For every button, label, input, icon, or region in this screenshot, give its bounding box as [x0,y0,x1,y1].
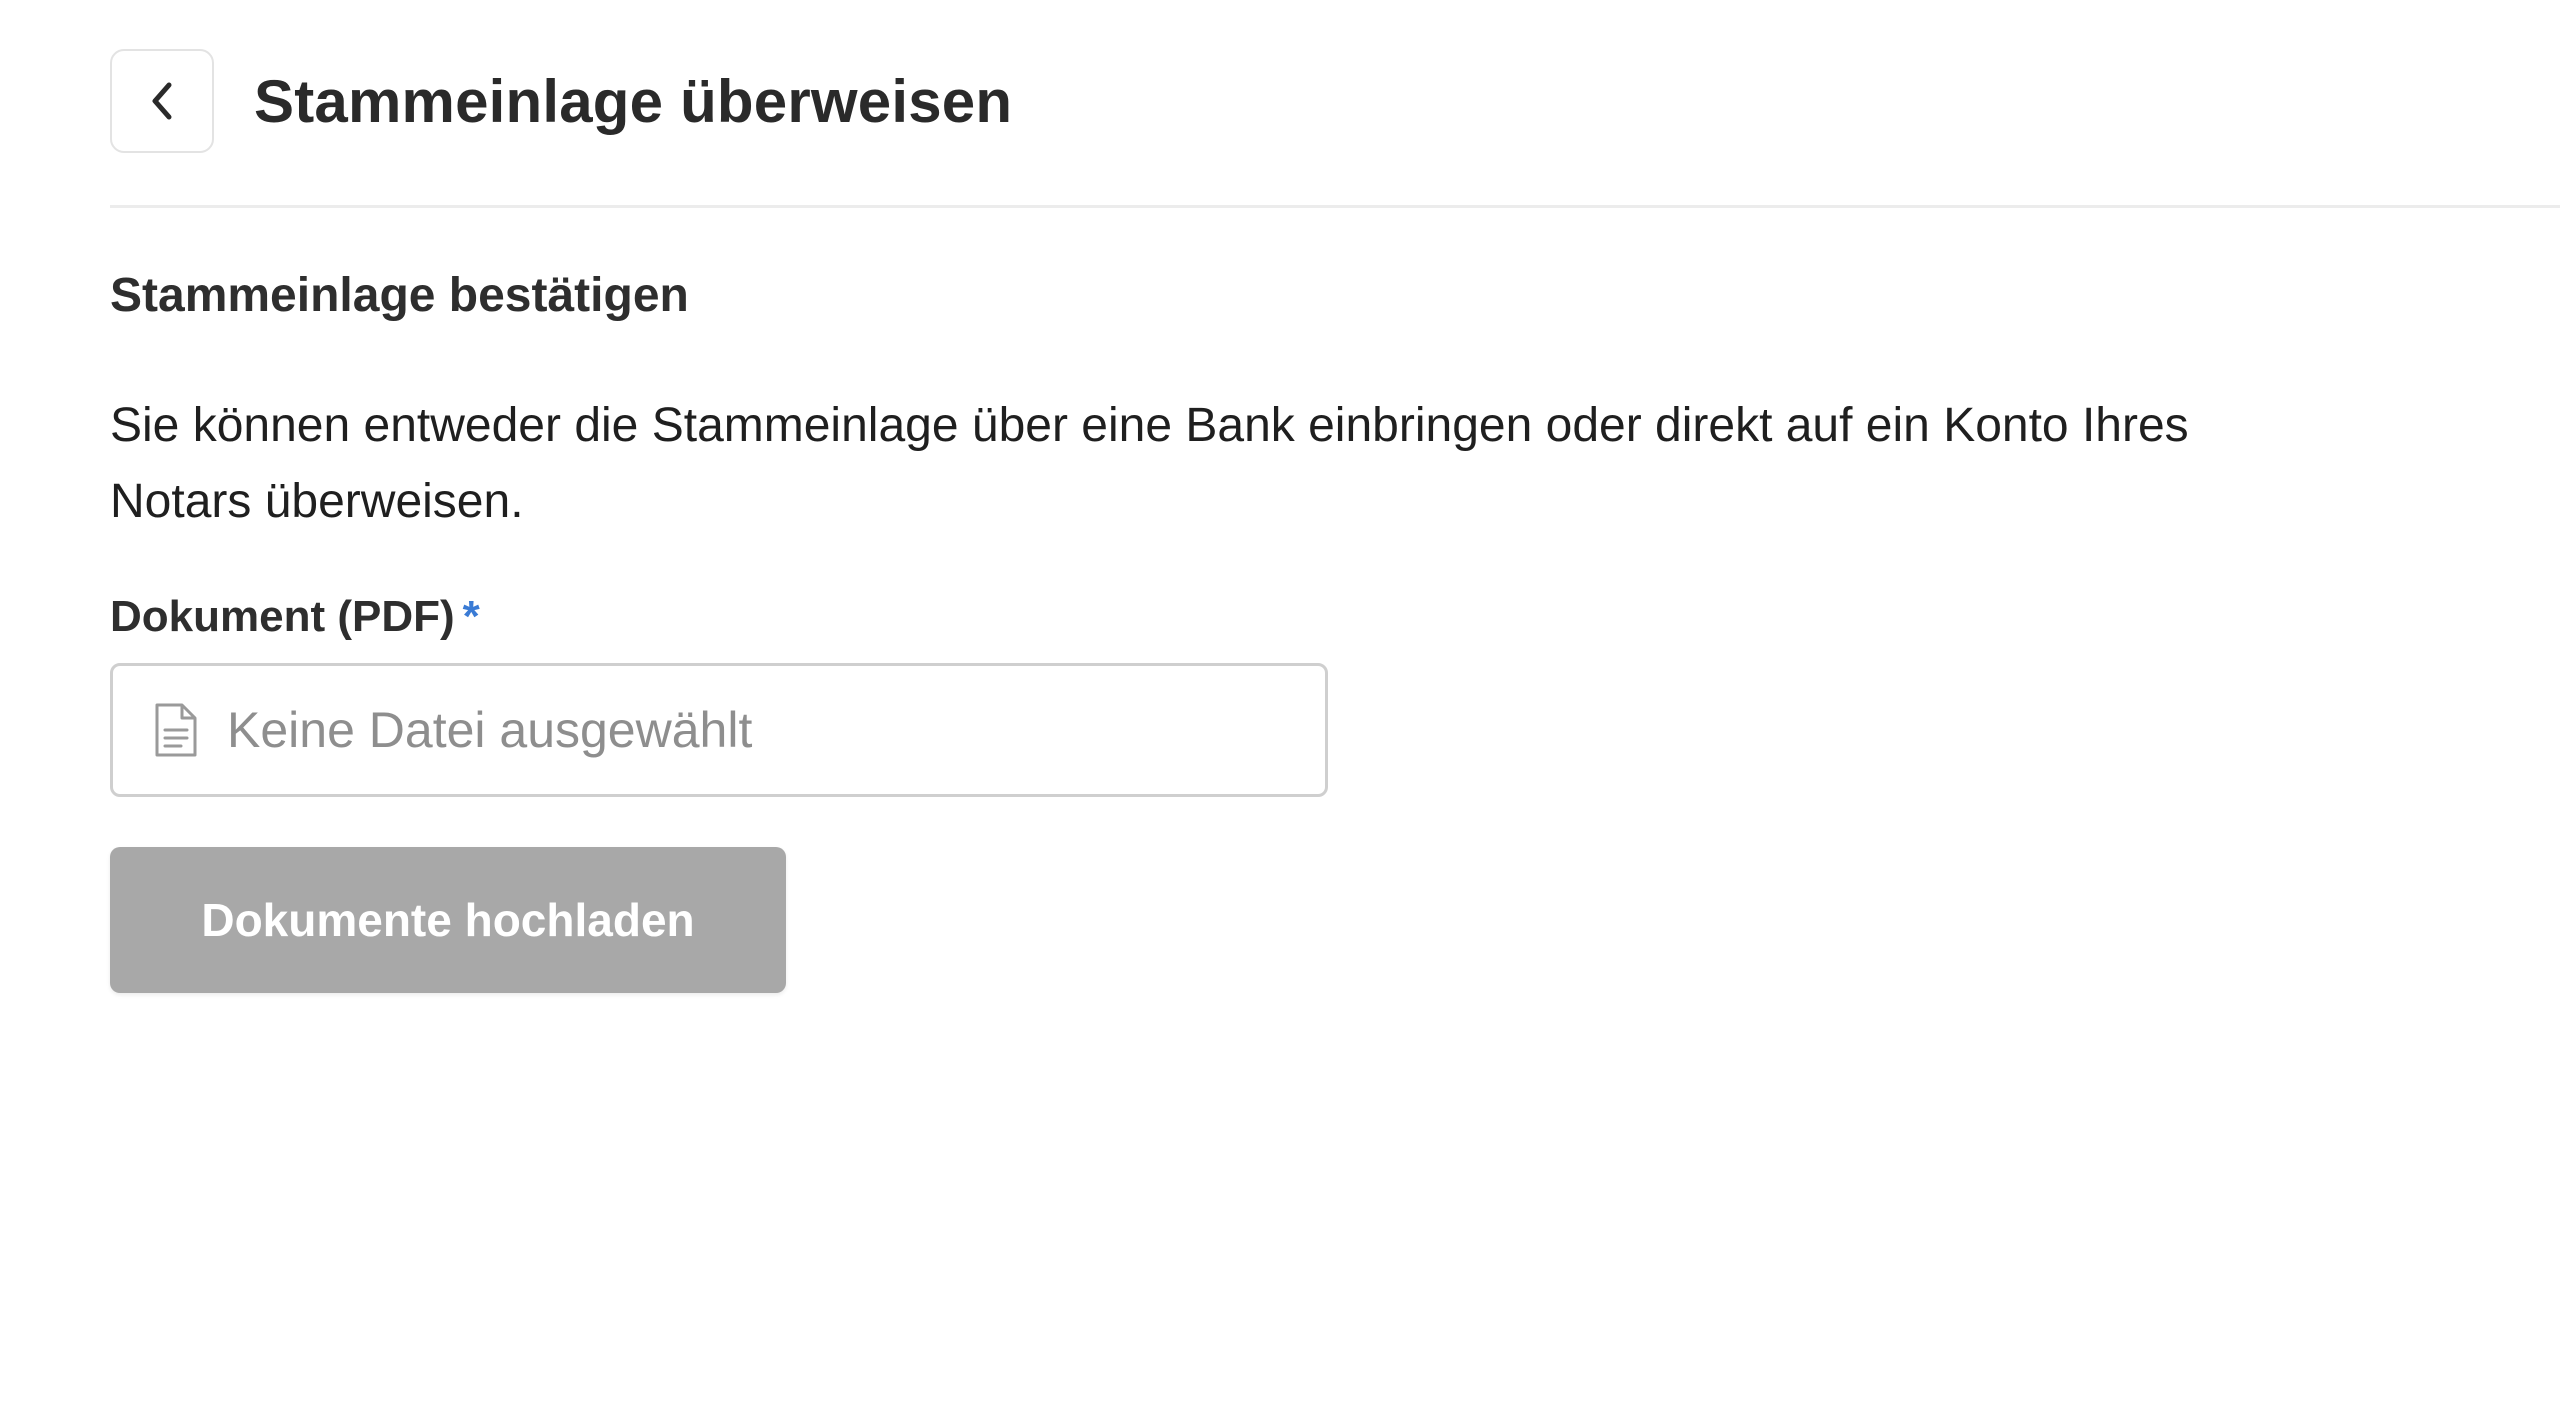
document-field-label: Dokument (PDF) * [110,592,480,642]
required-marker: * [462,592,480,641]
section-description: Sie können entweder die Stammeinlage übe… [110,399,2189,528]
page: Stammeinlage überweisen Stammeinlage bes… [0,0,2560,1423]
header-divider [110,205,2560,208]
file-placeholder: Keine Datei ausgewählt [227,702,753,758]
section-title: Stammeinlage bestätigen [110,269,689,322]
document-icon [153,702,199,758]
page-title: Stammeinlage überweisen [254,67,1013,135]
document-field-label-text: Dokument (PDF) [110,592,455,641]
header: Stammeinlage überweisen [110,48,1012,154]
back-button[interactable] [110,49,214,153]
upload-documents-button[interactable]: Dokumente hochladen [110,847,786,993]
document-file-input[interactable]: Keine Datei ausgewählt [110,663,1328,797]
chevron-left-icon [147,79,177,123]
